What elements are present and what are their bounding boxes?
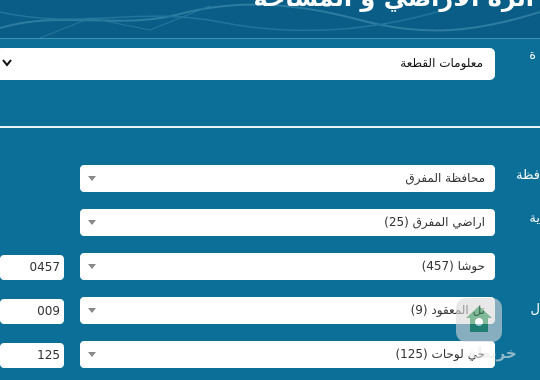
section-divider	[0, 126, 540, 128]
directorate-select[interactable]: اراضي المفرق (25)	[80, 209, 495, 236]
basin-select[interactable]: تل المعقود (9)	[80, 297, 495, 324]
village-value: حوشا (457)	[421, 259, 485, 273]
triangle-down-icon	[88, 220, 96, 225]
land-services-page: ائرة الأراضي و المساحة ة معلومات القطعة …	[0, 0, 540, 380]
chevron-down-icon	[2, 59, 12, 67]
village-code-value: 0457	[29, 260, 60, 274]
basin-code-value: 009	[37, 304, 60, 318]
quarter-code-value: 125	[37, 348, 60, 362]
triangle-down-icon	[88, 264, 96, 269]
governorate-value: محافظة المفرق	[405, 171, 485, 185]
governorate-label: فظة	[516, 168, 540, 183]
village-code-input[interactable]: 0457	[0, 255, 64, 280]
page-title: ائرة الأراضي و المساحة	[253, 0, 534, 12]
lookup-type-label: ة	[529, 48, 536, 63]
triangle-down-icon	[88, 352, 96, 357]
quarter-select[interactable]: حي لوحات (125)	[80, 341, 495, 368]
village-select[interactable]: حوشا (457)	[80, 253, 495, 280]
quarter-code-input[interactable]: 125	[0, 343, 64, 368]
lookup-type-value: معلومات القطعة	[400, 56, 483, 70]
basin-code-input[interactable]: 009	[0, 299, 64, 324]
lookup-type-select[interactable]: معلومات القطعة	[0, 48, 495, 80]
triangle-down-icon	[88, 176, 96, 181]
page-header: ائرة الأراضي و المساحة	[0, 0, 540, 38]
header-border	[0, 38, 540, 39]
house-location-icon	[456, 298, 502, 342]
triangle-down-icon	[88, 308, 96, 313]
governorate-select[interactable]: محافظة المفرق	[80, 165, 495, 192]
directorate-value: اراضي المفرق (25)	[384, 215, 485, 229]
watermark-text: خريطة	[467, 344, 517, 362]
watermark: خريطة	[452, 296, 532, 370]
directorate-label: ية	[529, 211, 540, 226]
